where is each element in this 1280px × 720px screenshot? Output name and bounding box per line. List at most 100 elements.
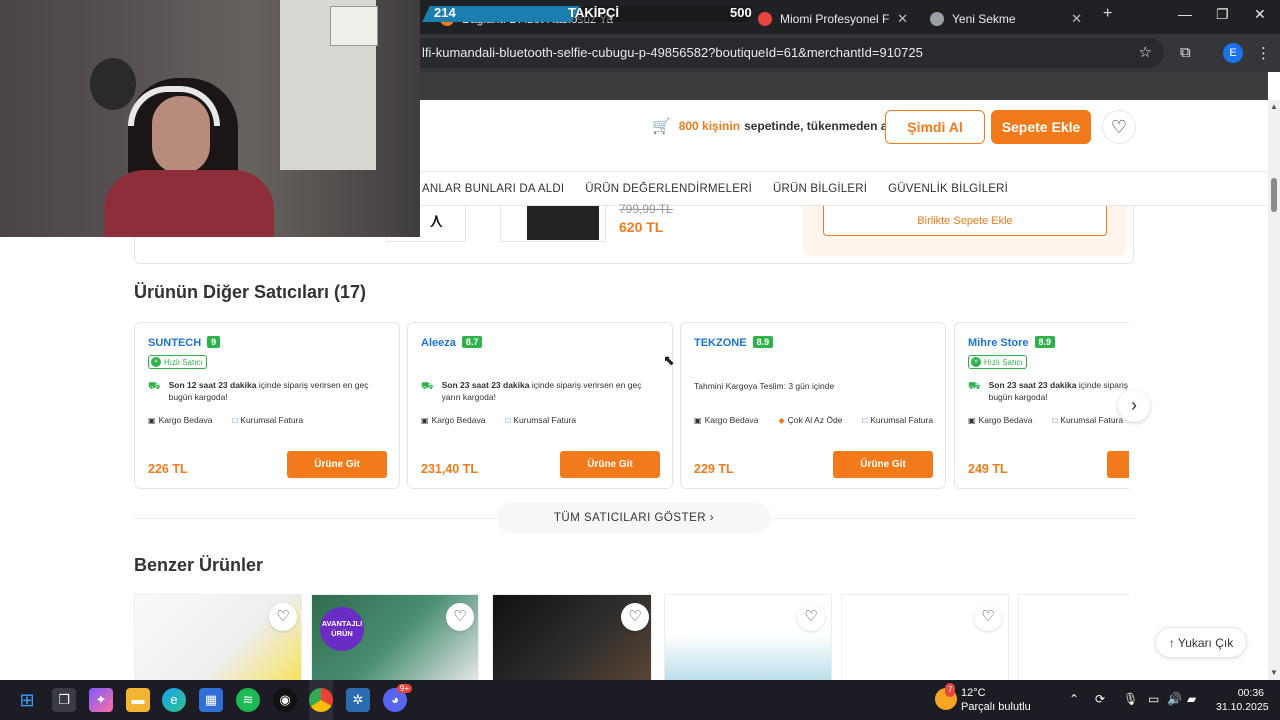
seller-name-link[interactable]: TEKZONE 8.9 bbox=[694, 336, 774, 349]
shipping-info: ⛟ Son 23 saat 23 dakika içinde sipariş ve… bbox=[968, 379, 1129, 403]
windows-start-icon[interactable]: ⊞ bbox=[15, 688, 39, 712]
tag-corporate-invoice: □ Kurumsal Fatura bbox=[232, 415, 313, 425]
obs-icon[interactable]: ◉ bbox=[273, 688, 297, 712]
add-bundle-to-cart-button[interactable]: Birlikte Sepete Ekle bbox=[823, 206, 1107, 236]
favorite-heart-icon[interactable]: ♡ bbox=[269, 603, 297, 631]
similar-product-card[interactable]: ♡ bbox=[492, 594, 652, 684]
microphone-icon[interactable]: 🎙 bbox=[1123, 692, 1138, 706]
tag-label: Kurumsal Fatura bbox=[240, 415, 304, 425]
seller-price: 249 TL bbox=[968, 462, 1008, 476]
tripod-icon: ⋏ bbox=[429, 210, 444, 232]
seller-name-link[interactable]: Mihre Store 8.9 bbox=[968, 336, 1056, 349]
url-text: lfi-kumandali-bluetooth-selfie-cubugu-p-… bbox=[422, 45, 923, 60]
go-to-product-button[interactable] bbox=[1107, 451, 1129, 478]
tag-label: Çok Al Az Öde bbox=[787, 415, 843, 425]
subnav-product-info[interactable]: ÜRÜN BİLGİLERİ bbox=[773, 183, 867, 195]
extensions-icon[interactable]: ⧉ bbox=[1180, 44, 1191, 61]
invoice-icon: □ bbox=[1052, 415, 1058, 425]
tag-bulk-discount: ◆ Çok Al Az Öde bbox=[778, 415, 852, 425]
subnav-reviews[interactable]: ÜRÜN DEĞERLENDİRMELERİ bbox=[585, 183, 752, 195]
scrollbar-thumb[interactable] bbox=[1271, 178, 1277, 212]
similar-product-card[interactable]: AVANTAJLI ÜRÜN ♡ bbox=[311, 594, 479, 684]
favorite-heart-icon[interactable]: ♡ bbox=[974, 603, 1002, 631]
carousel-next-arrow-icon[interactable]: › bbox=[1118, 390, 1150, 422]
webcam-overlay bbox=[0, 0, 420, 237]
favorite-heart-icon[interactable]: ♡ bbox=[797, 603, 825, 631]
file-explorer-icon[interactable]: ▬ bbox=[126, 688, 150, 712]
subnav-safety-info[interactable]: GÜVENLİK BİLGİLERİ bbox=[888, 183, 1008, 195]
box-icon: ▣ bbox=[694, 415, 702, 425]
tray-chevron-up-icon[interactable]: ⌃ bbox=[1069, 692, 1079, 706]
go-to-product-button[interactable]: Ürüne Git bbox=[833, 451, 933, 478]
close-window-icon[interactable]: ✕ bbox=[1254, 6, 1266, 23]
advantage-product-badge: AVANTAJLI ÜRÜN bbox=[320, 607, 364, 651]
copilot-icon[interactable]: ✦ bbox=[89, 688, 113, 712]
edge-browser-icon[interactable]: e bbox=[162, 688, 186, 712]
basket-count: 800 kişinin bbox=[678, 119, 741, 133]
invoice-icon: □ bbox=[505, 415, 511, 425]
scroll-up-icon[interactable]: ▲ bbox=[1270, 102, 1278, 111]
bundle-product-image[interactable] bbox=[500, 206, 606, 242]
shipping-info: ⛟ Son 23 saat 23 dakika içinde sipariş ve… bbox=[421, 379, 661, 403]
shipping-text: Son 23 saat 23 dakika içinde sipariş ver… bbox=[442, 379, 661, 403]
clock-time: 00:36 bbox=[1237, 687, 1264, 699]
shipping-deadline: Son 23 saat 23 dakika bbox=[988, 380, 1077, 390]
weather-description: Parçalı bulutlu bbox=[961, 701, 1031, 713]
similar-product-card[interactable]: ♡ bbox=[664, 594, 832, 684]
bookmark-star-icon[interactable]: ☆ bbox=[1139, 38, 1152, 68]
box-icon: ▣ bbox=[421, 415, 429, 425]
rocket-icon: » bbox=[151, 357, 161, 367]
rocket-icon: » bbox=[971, 357, 981, 367]
microsoft-store-icon[interactable]: ▦ bbox=[199, 688, 223, 712]
seller-name-link[interactable]: Aleeza 8.7 bbox=[421, 336, 483, 349]
similar-product-card[interactable] bbox=[1018, 594, 1130, 684]
screen: Bağlantı 2 Adet Kablosuz Ya Miomi Profes… bbox=[0, 0, 1280, 720]
fast-seller-label: Hızlı Satıcı bbox=[164, 357, 203, 367]
tag-corporate-invoice: □ Kurumsal Fatura bbox=[505, 415, 586, 425]
buy-now-button[interactable]: Şimdi Al bbox=[885, 110, 985, 144]
similar-product-card[interactable]: ♡ bbox=[841, 594, 1009, 684]
tag-free-shipping: ▣ Kargo Bedava bbox=[148, 415, 222, 425]
subnav-also-bought[interactable]: ANLAR BUNLARI DA ALDI bbox=[422, 183, 564, 195]
close-tab-icon[interactable]: ✕ bbox=[1071, 11, 1082, 27]
seller-price: 226 TL bbox=[148, 462, 188, 476]
favorite-heart-icon[interactable]: ♡ bbox=[446, 603, 474, 631]
restore-icon[interactable]: ❐ bbox=[1216, 6, 1229, 23]
seller-card: Mihre Store 8.9 » Hızlı Satıcı ⛟ Son 23 saa… bbox=[954, 322, 1129, 489]
shipping-info: Tahmini Kargoya Teslim: 3 gün içinde bbox=[694, 380, 934, 392]
chrome-icon[interactable] bbox=[309, 688, 333, 712]
go-to-product-button[interactable]: Ürüne Git bbox=[287, 451, 387, 478]
favorite-heart-icon[interactable]: ♡ bbox=[1102, 110, 1136, 144]
similar-product-card[interactable]: ♡ bbox=[134, 594, 302, 684]
profile-avatar[interactable]: E bbox=[1223, 43, 1243, 63]
seller-name-link[interactable]: SUNTECH 9 bbox=[148, 336, 221, 349]
settings-app-icon[interactable]: ✲ bbox=[346, 688, 370, 712]
menu-kebab-icon[interactable]: ⋮ bbox=[1256, 44, 1271, 62]
truck-icon: ⛟ bbox=[968, 381, 981, 392]
taskbar-clock[interactable]: 00:36 31.10.2025 bbox=[1216, 686, 1269, 714]
scroll-to-top-button[interactable]: ↑ Yukarı Çık bbox=[1155, 627, 1247, 658]
tab-new-tab[interactable]: Yeni Sekme ✕ bbox=[920, 4, 1092, 34]
close-tab-icon[interactable]: ✕ bbox=[897, 11, 908, 27]
volume-icon[interactable]: 🔊 bbox=[1167, 692, 1182, 706]
address-bar[interactable]: lfi-kumandali-bluetooth-selfie-cubugu-p-… bbox=[410, 38, 1164, 68]
product-subnav: ANLAR BUNLARI DA ALDI ÜRÜN DEĞERLENDİRME… bbox=[420, 171, 1268, 206]
webcam-person-sweater bbox=[104, 170, 274, 237]
spotify-icon[interactable]: ≋ bbox=[236, 688, 260, 712]
minimize-icon[interactable]: — bbox=[1178, 6, 1192, 22]
tab-product-2[interactable]: Miomi Profesyonel Fotoğr ✕ bbox=[748, 4, 918, 34]
box-icon: ▣ bbox=[968, 415, 976, 425]
task-view-icon[interactable]: ❐ bbox=[52, 688, 76, 712]
tag-label: Kargo Bedava bbox=[978, 415, 1033, 425]
scroll-down-icon[interactable]: ▼ bbox=[1270, 668, 1278, 677]
go-to-product-button[interactable]: Ürüne Git bbox=[560, 451, 660, 478]
favorite-heart-icon[interactable]: ♡ bbox=[621, 603, 649, 631]
mouse-cursor-icon: ⬉ bbox=[663, 352, 675, 368]
page-scrollbar[interactable]: ▲ ▼ bbox=[1268, 100, 1280, 680]
network-icon[interactable]: ▭ bbox=[1148, 692, 1159, 706]
add-to-cart-button[interactable]: Sepete Ekle bbox=[991, 110, 1091, 144]
sync-icon[interactable]: ⟳ bbox=[1095, 692, 1105, 706]
show-all-sellers-button[interactable]: TÜM SATICILARI GÖSTER › bbox=[497, 503, 771, 533]
battery-icon[interactable]: ▰ bbox=[1187, 692, 1196, 706]
new-tab-button[interactable]: + bbox=[1103, 5, 1112, 23]
